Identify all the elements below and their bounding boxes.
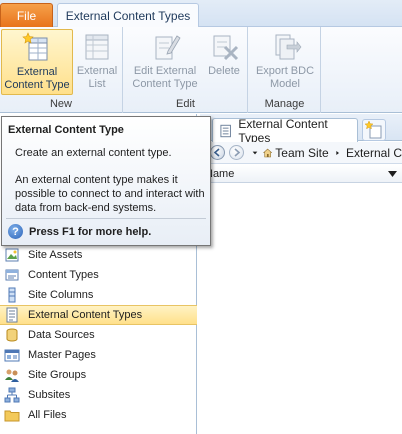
content-pane: External Content Types Team Site Externa… [200,114,402,434]
external-content-types-icon [6,307,18,323]
nav-item-label: Content Types [28,269,99,281]
nav-item-site-assets[interactable]: Site Assets [0,245,197,265]
external-content-type-label: External Content Type [4,66,70,91]
nav-item-external-content-types[interactable]: External Content Types [0,305,197,325]
site-groups-icon [5,369,19,382]
ribbon-group-edit: Edit External Content Type Delete Edit [124,27,248,113]
nav-item-subsites[interactable]: Subsites [0,385,197,405]
breadcrumb-separator-icon[interactable] [335,149,340,157]
nav-item-label: Site Groups [28,369,87,381]
tooltip-title: External Content Type [8,124,124,136]
back-arrow-icon [213,148,220,157]
ribbon-group-manage-label: Manage [264,98,305,110]
forward-button[interactable] [229,145,244,160]
breadcrumb-current[interactable]: External C [346,146,402,160]
help-icon: ? [8,224,23,239]
nav-item-label: All Files [28,409,67,421]
nav-item-site-groups[interactable]: Site Groups [0,365,197,385]
export-icon [275,34,302,60]
edit-external-content-type-button[interactable]: Edit External Content Type [128,29,202,95]
export-bdc-model-button[interactable]: Export BDC Model [252,29,318,95]
document-tab-label: External Content Types [238,116,328,145]
subsites-icon [4,387,20,403]
nav-item-data-sources[interactable]: Data Sources [0,325,197,345]
document-tab-bar: External Content Types [200,114,402,145]
ribbon-group-new: External Content Type External List New [0,27,123,113]
nav-item-label: Data Sources [28,329,95,341]
nav-item-all-files[interactable]: All Files [0,405,197,425]
new-tab-button[interactable] [362,119,386,141]
external-content-types-icon [220,124,231,137]
new-external-content-type-button[interactable]: External Content Type [1,29,73,95]
nav-item-label: Subsites [28,389,71,401]
home-icon [262,148,273,157]
nav-item-content-types[interactable]: Content Types [0,265,197,285]
external-list-label: External List [76,65,118,90]
column-header-label: Name [205,167,235,180]
nav-item-site-columns[interactable]: Site Columns [0,285,197,305]
ribbon-group-new-label: New [49,98,72,110]
tooltip-description: Create an external content type. [15,147,172,159]
data-sources-icon [6,328,18,342]
external-list-icon [85,34,109,60]
delete-label: Delete [208,65,240,77]
forward-arrow-icon [234,148,241,157]
site-columns-icon [8,287,16,303]
nav-item-label: Site Assets [28,249,83,261]
column-filter-dropdown-icon[interactable] [388,170,397,177]
tooltip-body: An external content type makes it possib… [15,174,205,214]
breadcrumb-team-site[interactable]: Team Site [275,146,328,160]
tab-external-content-types[interactable]: External Content Types [57,3,199,28]
document-tab-external-content-types[interactable]: External Content Types [212,116,358,145]
tooltip-help: ? Press F1 for more help. [8,224,151,239]
new-tab-icon [364,120,382,139]
ribbon-group-manage: Export BDC Model Manage [249,27,321,113]
navigation-bar: Team Site External C [200,142,402,164]
folder-icon [4,410,20,422]
new-external-list-button[interactable]: External List [74,29,120,95]
delete-icon [213,35,239,61]
nav-item-label: Master Pages [28,349,96,361]
master-pages-icon [4,349,20,362]
ribbon: External Content Type External List New … [0,27,402,113]
edit-external-content-type-label: Edit External Content Type [132,65,198,90]
chevron-down-icon[interactable] [252,150,258,156]
ribbon-tab-strip: File External Content Types [0,0,402,28]
column-header-name[interactable]: Name [200,165,402,183]
external-content-type-icon [22,32,48,61]
nav-item-master-pages[interactable]: Master Pages [0,345,197,365]
ribbon-group-edit-label: Edit [176,98,195,110]
export-bdc-model-label: Export BDC Model [255,65,315,90]
back-button[interactable] [210,145,225,160]
site-assets-icon [5,248,19,262]
content-types-icon [5,269,19,281]
nav-item-label: External Content Types [28,309,143,321]
edit-icon [155,35,181,60]
delete-button[interactable]: Delete [205,29,243,95]
tooltip-external-content-type: External Content Type Create an external… [1,116,211,246]
tooltip-divider [6,218,206,219]
tooltip-help-text: Press F1 for more help. [29,225,152,238]
file-tab[interactable]: File [0,3,53,27]
nav-item-label: Site Columns [28,289,94,301]
